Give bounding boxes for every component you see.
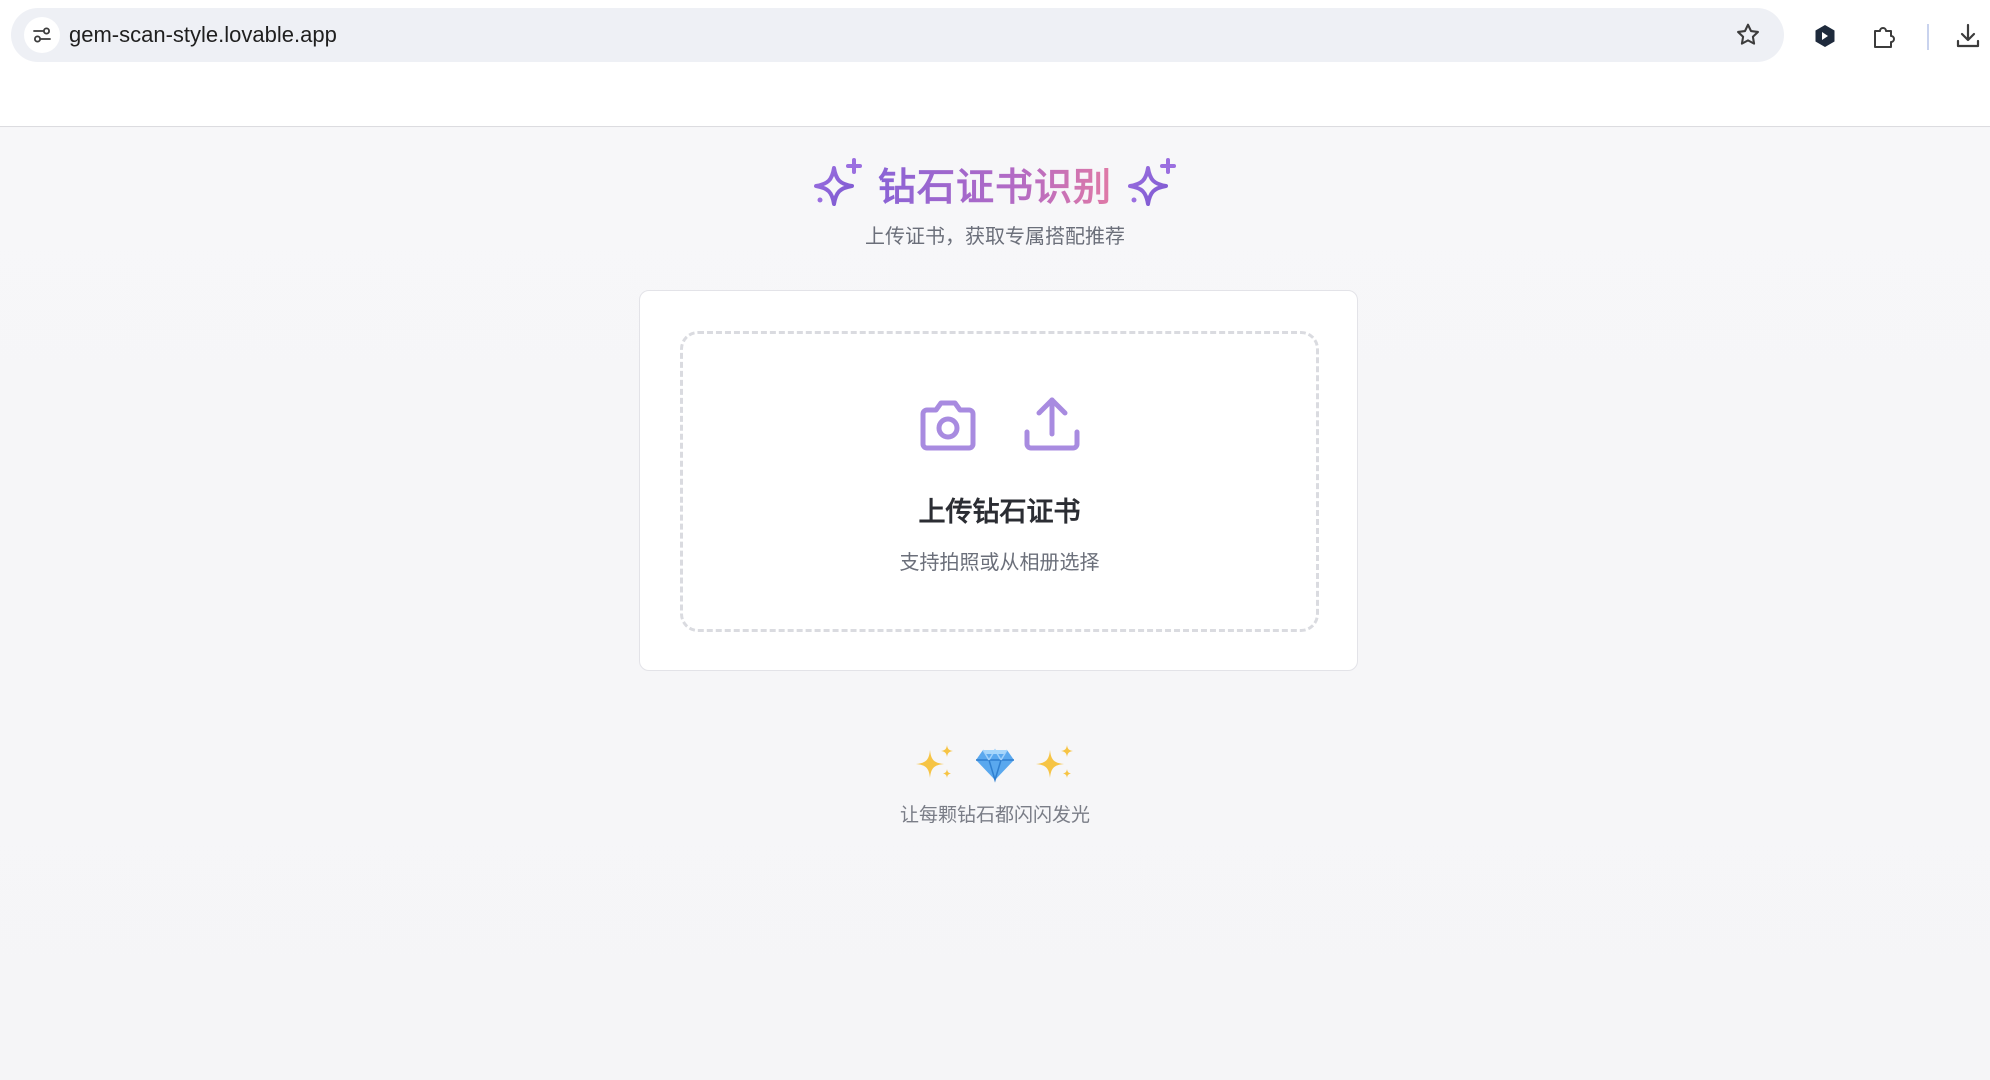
- page-header: 钻石证书识别: [0, 150, 1990, 216]
- download-icon[interactable]: [1952, 20, 1984, 52]
- sparkles-icon: [1036, 745, 1073, 778]
- site-settings-icon[interactable]: [24, 17, 60, 53]
- upload-card: 上传钻石证书 支持拍照或从相册选择: [639, 290, 1358, 671]
- upload-icon: [1024, 397, 1079, 451]
- page-content: 钻石证书识别 上传证书，获取专属搭配推荐 上传钻石证书 支持拍照或从相册选择 让…: [0, 128, 1990, 1080]
- extension-hex-icon[interactable]: [1809, 20, 1841, 52]
- upload-subtitle: 支持拍照或从相册选择: [899, 550, 1100, 574]
- url-text[interactable]: gem-scan-style.lovable.app: [69, 8, 337, 62]
- footer-tagline: 让每颗钻石都闪闪发光: [899, 804, 1090, 826]
- footer-emojis: [0, 738, 1990, 788]
- upload-icons: [683, 390, 1316, 460]
- page-title: 钻石证书识别: [878, 156, 1112, 211]
- upload-title: 上传钻石证书: [918, 497, 1081, 528]
- page-subtitle: 上传证书，获取专属搭配推荐: [865, 224, 1125, 248]
- toolbar-divider: [1927, 24, 1929, 50]
- sparkle-icon: [1128, 158, 1176, 206]
- gem-icon: [976, 748, 1014, 783]
- address-bar[interactable]: gem-scan-style.lovable.app: [11, 8, 1784, 62]
- bookmark-star-icon[interactable]: [1734, 21, 1762, 49]
- sparkles-icon: [916, 745, 953, 778]
- upload-dropzone[interactable]: 上传钻石证书 支持拍照或从相册选择: [680, 331, 1319, 632]
- browser-toolbar: gem-scan-style.lovable.app: [0, 0, 1990, 127]
- sparkle-icon: [813, 158, 862, 206]
- camera-icon: [920, 400, 975, 451]
- extensions-puzzle-icon[interactable]: [1868, 20, 1900, 52]
